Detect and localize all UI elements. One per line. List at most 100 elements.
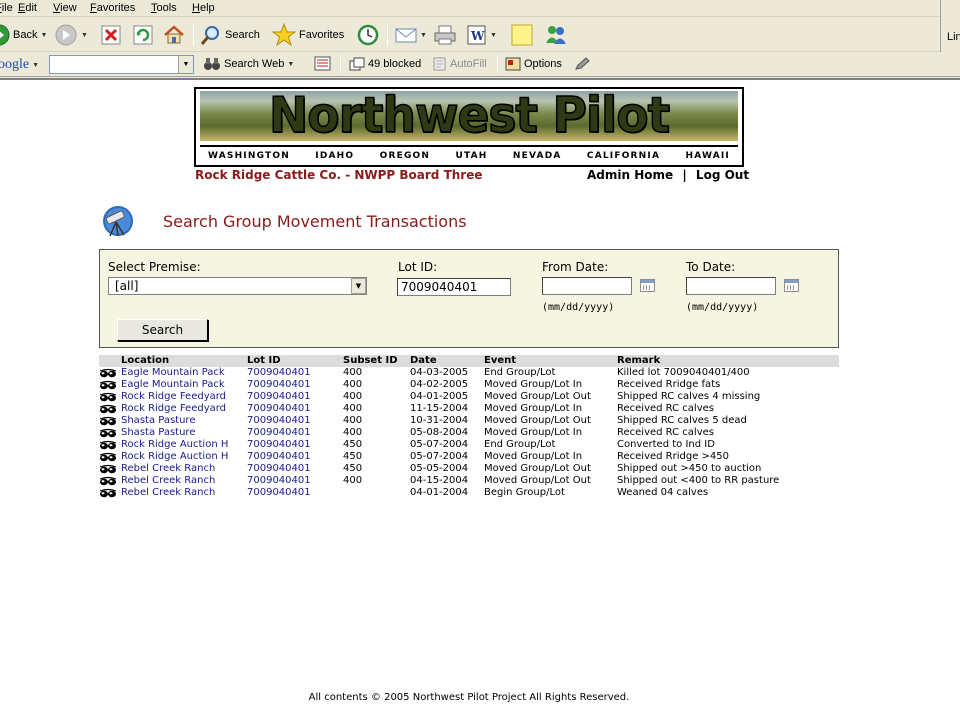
forward-dropdown-icon[interactable]: ▼ (81, 32, 88, 39)
page-info-button[interactable] (314, 56, 332, 72)
subset-id-cell: 400 (343, 391, 363, 402)
view-glasses-icon[interactable] (99, 416, 117, 426)
menu-view[interactable]: View (53, 2, 77, 14)
from-date-calendar-icon[interactable] (640, 279, 655, 292)
search-web-dropdown-icon[interactable]: ▼ (287, 61, 294, 68)
event-cell: Moved Group/Lot In (484, 379, 583, 390)
location-cell[interactable]: Eagle Mountain Pack (121, 379, 241, 391)
remark-cell: Shipped out <400 to RR pasture (617, 475, 780, 486)
location-cell[interactable]: Eagle Mountain Pack (121, 367, 241, 379)
location-cell[interactable]: Rock Ridge Auction H (121, 439, 241, 451)
location-cell[interactable]: Rebel Creek Ranch (121, 487, 241, 499)
menu-favorites[interactable]: Favorites (90, 2, 135, 14)
view-glasses-icon[interactable] (99, 464, 117, 474)
home-button[interactable] (163, 24, 185, 46)
location-cell[interactable]: Rock Ridge Feedyard (121, 391, 241, 403)
back-button[interactable]: Back ▼ (0, 24, 47, 46)
mail-envelope-icon (395, 28, 417, 43)
refresh-button[interactable] (133, 25, 153, 45)
from-date-input[interactable] (542, 277, 632, 295)
favorites-button[interactable]: Favorites (272, 23, 344, 47)
google-search-dropdown-icon[interactable]: ▼ (178, 56, 193, 73)
stop-button[interactable] (101, 25, 121, 45)
log-out-link[interactable]: Log Out (696, 168, 749, 182)
refresh-icon (133, 25, 153, 45)
admin-home-link[interactable]: Admin Home (587, 168, 673, 182)
mail-button[interactable]: ▼ (395, 25, 427, 45)
search-toolbar-button[interactable]: Search (200, 24, 260, 46)
location-cell[interactable]: Rock Ridge Auction H (121, 451, 241, 463)
svg-text:W: W (470, 29, 485, 43)
location-cell[interactable]: Rock Ridge Feedyard (121, 403, 241, 415)
location-cell[interactable]: Rebel Creek Ranch (121, 475, 241, 487)
discuss-button[interactable] (511, 24, 533, 46)
search-web-button[interactable]: Search Web ▼ (203, 57, 294, 71)
view-glasses-icon[interactable] (99, 476, 117, 486)
banner-state: UTAH (455, 151, 488, 161)
lot-id-cell[interactable]: 7009040401 (247, 463, 337, 475)
edit-dropdown-icon[interactable]: ▼ (490, 32, 497, 39)
date-cell: 11-15-2004 (410, 403, 469, 414)
lot-id-cell[interactable]: 7009040401 (247, 403, 337, 415)
back-dropdown-icon[interactable]: ▼ (40, 32, 47, 39)
lot-id-cell[interactable]: 7009040401 (247, 391, 337, 403)
location-cell[interactable]: Shasta Pasture (121, 415, 241, 427)
forward-button[interactable]: ▼ (54, 24, 88, 46)
menu-edit[interactable]: Edit (18, 2, 37, 14)
view-glasses-icon[interactable] (99, 428, 117, 438)
google-search-input[interactable]: ▼ (49, 55, 194, 74)
lot-id-cell[interactable]: 7009040401 (247, 487, 337, 499)
links-label[interactable]: Lin (947, 31, 960, 43)
column-header-location: Location (121, 355, 170, 366)
messenger-button[interactable] (544, 24, 568, 46)
options-button[interactable]: Options (505, 57, 562, 71)
to-date-calendar-icon[interactable] (784, 279, 799, 292)
lot-id-cell[interactable]: 7009040401 (247, 475, 337, 487)
view-glasses-icon[interactable] (99, 392, 117, 402)
popup-blocker-button[interactable]: 49 blocked (349, 57, 421, 71)
back-label: Back (13, 29, 38, 41)
location-cell[interactable]: Rebel Creek Ranch (121, 463, 241, 475)
to-date-input[interactable] (686, 277, 776, 295)
column-header-date: Date (410, 355, 437, 366)
binoculars-icon (204, 58, 220, 70)
premise-select[interactable]: [all] ▼ (108, 277, 367, 295)
view-glasses-icon[interactable] (99, 368, 117, 378)
browser-chrome: File Edit View Favorites Tools Help Back… (0, 0, 960, 82)
lot-id-input[interactable]: 7009040401 (397, 278, 511, 296)
search-button[interactable]: Search (117, 319, 208, 341)
banner-state: OREGON (379, 151, 431, 161)
lot-id-label: Lot ID: (398, 260, 438, 274)
highlight-button[interactable] (574, 57, 590, 71)
magnifier-icon (200, 26, 219, 45)
lot-id-cell[interactable]: 7009040401 (247, 415, 337, 427)
view-glasses-icon[interactable] (99, 404, 117, 414)
lot-id-cell[interactable]: 7009040401 (247, 427, 337, 439)
mail-dropdown-icon[interactable]: ▼ (420, 32, 427, 39)
location-cell[interactable]: Shasta Pasture (121, 427, 241, 439)
lot-id-cell[interactable]: 7009040401 (247, 367, 337, 379)
menu-help[interactable]: Help (192, 2, 215, 14)
print-button[interactable] (434, 24, 456, 46)
event-cell: Moved Group/Lot In (484, 403, 583, 414)
google-menu-dropdown-icon[interactable]: ▼ (32, 62, 39, 69)
google-logo-button[interactable]: oogle ▼ (0, 57, 39, 73)
lot-id-cell[interactable]: 7009040401 (247, 379, 337, 391)
view-glasses-icon[interactable] (99, 440, 117, 450)
menu-tools[interactable]: Tools (151, 2, 177, 14)
history-button[interactable] (357, 24, 379, 46)
view-glasses-icon[interactable] (99, 452, 117, 462)
column-header-subset-id: Subset ID (343, 355, 398, 366)
menu-file[interactable]: File (0, 2, 13, 14)
lot-id-cell[interactable]: 7009040401 (247, 451, 337, 463)
forward-arrow-icon (55, 24, 77, 46)
banner-state: NEVADA (512, 151, 562, 161)
premise-dropdown-icon[interactable]: ▼ (351, 278, 366, 294)
autofill-button[interactable]: AutoFill (433, 57, 487, 71)
view-glasses-icon[interactable] (99, 488, 117, 498)
remark-cell: Shipped RC calves 5 dead (617, 415, 747, 426)
edit-word-button[interactable]: W ▼ (467, 25, 497, 45)
view-glasses-icon[interactable] (99, 380, 117, 390)
date-cell: 05-08-2004 (410, 427, 469, 438)
lot-id-cell[interactable]: 7009040401 (247, 439, 337, 451)
